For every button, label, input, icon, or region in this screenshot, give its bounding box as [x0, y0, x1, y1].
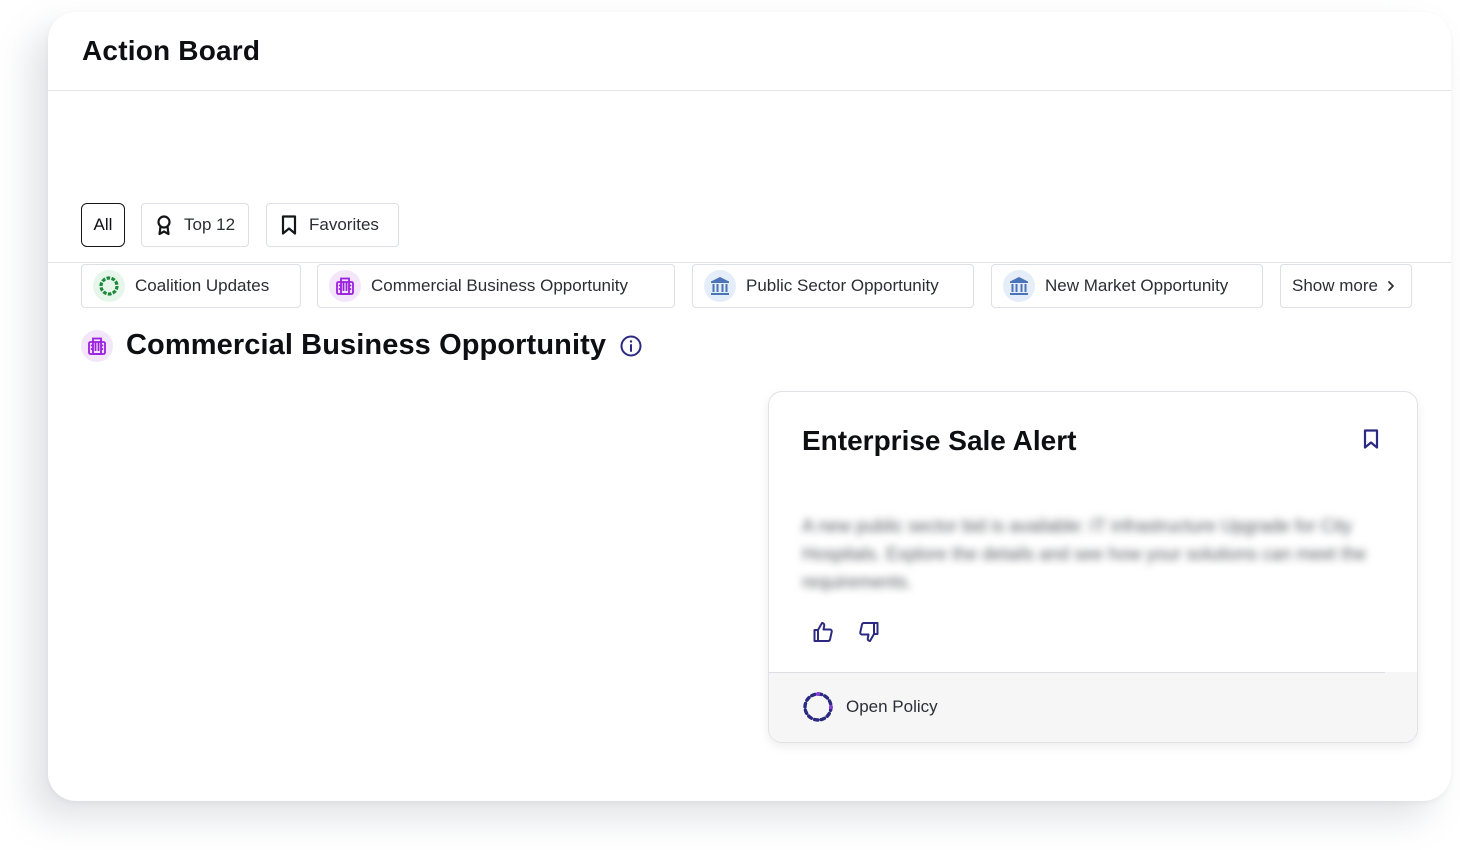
info-icon[interactable] — [619, 334, 643, 358]
section-header: Commercial Business Opportunity — [81, 329, 643, 362]
bank-icon — [1003, 270, 1035, 302]
filter-favorites-button[interactable]: Favorites — [266, 203, 399, 247]
filter-all-label: All — [93, 215, 113, 234]
thumbs-down-icon[interactable] — [857, 620, 881, 644]
category-coalition-updates[interactable]: Coalition Updates — [81, 264, 301, 308]
filter-top-12-label: Top 12 — [184, 215, 236, 234]
filter-all-button[interactable]: All — [81, 203, 125, 247]
card-footer: Open Policy — [769, 672, 1417, 742]
opportunity-card[interactable]: Enterprise Sale Alert A new public secto… — [768, 391, 1418, 743]
action-board-panel: Action Board All Top 12 Favorites Coalit… — [48, 12, 1451, 801]
show-more-button[interactable]: Show more — [1280, 264, 1412, 308]
category-new-market[interactable]: New Market Opportunity — [991, 264, 1263, 308]
award-icon — [154, 214, 174, 236]
bookmark-icon — [279, 214, 299, 236]
vote-controls — [811, 620, 881, 644]
panel-header: Action Board — [48, 12, 1451, 91]
building-icon — [81, 329, 113, 362]
card-description: A new public sector bid is available: IT… — [802, 516, 1367, 592]
bookmark-icon[interactable] — [1361, 428, 1381, 455]
section-title: Commercial Business Opportunity — [126, 329, 607, 361]
category-commercial-business[interactable]: Commercial Business Opportunity — [317, 264, 675, 308]
filter-bar: All Top 12 Favorites Coalition Updates C… — [48, 91, 1451, 308]
open-policy-logo-icon — [802, 691, 834, 723]
category-public-sector[interactable]: Public Sector Opportunity — [692, 264, 974, 308]
chevron-right-icon — [1386, 280, 1396, 292]
filter-favorites-label: Favorites — [309, 215, 379, 234]
page-title: Action Board — [82, 35, 261, 66]
thumbs-up-icon[interactable] — [811, 620, 835, 644]
category-new-market-label: New Market Opportunity — [1045, 276, 1229, 295]
coalition-ring-icon — [93, 270, 125, 302]
card-footer-label: Open Policy — [846, 697, 938, 716]
category-coalition-updates-label: Coalition Updates — [135, 276, 270, 295]
category-public-sector-label: Public Sector Opportunity — [746, 276, 939, 295]
building-icon — [329, 270, 361, 302]
filter-top-12-button[interactable]: Top 12 — [141, 203, 249, 247]
category-commercial-business-label: Commercial Business Opportunity — [371, 276, 628, 295]
card-title: Enterprise Sale Alert — [802, 425, 1077, 456]
bank-icon — [704, 270, 736, 302]
show-more-label: Show more — [1292, 276, 1378, 295]
